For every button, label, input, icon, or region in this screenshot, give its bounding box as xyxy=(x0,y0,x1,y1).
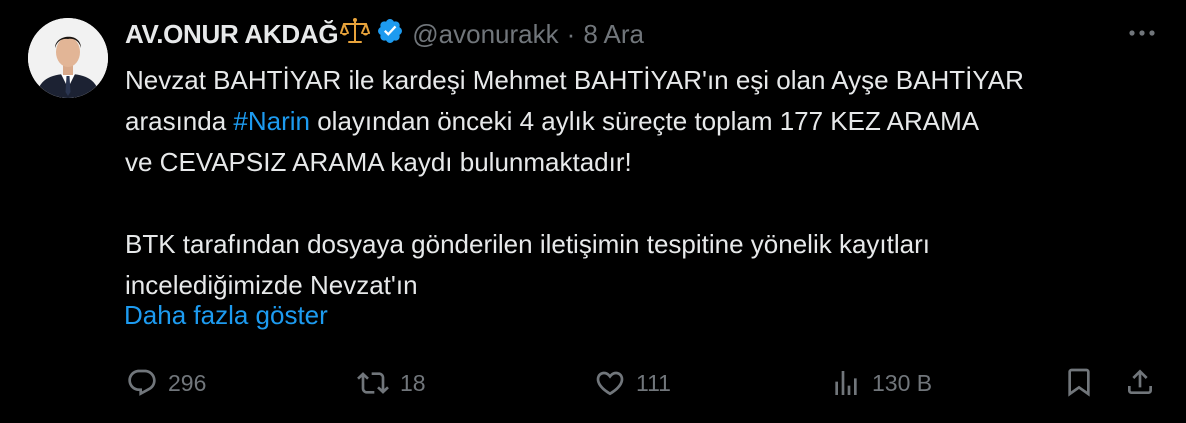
text-line: ve CEVAPSIZ ARAMA kaydı bulunmaktadır! xyxy=(125,147,632,177)
verified-badge-icon[interactable] xyxy=(376,17,404,52)
bookmark-icon xyxy=(1068,368,1090,397)
reply-button[interactable]: 296 xyxy=(126,364,206,402)
text-line: Nevzat BAHTİYAR ile kardeşi Mehmet BAHTİ… xyxy=(125,65,1024,95)
text-line: BTK tarafından dosyaya gönderilen iletiş… xyxy=(125,229,930,259)
like-icon xyxy=(596,371,624,396)
tweet[interactable]: AV.ONUR AKDAĞ @avonurakk · 8 Ara Nevzat … xyxy=(0,0,1186,423)
reply-count: 296 xyxy=(168,369,207,396)
more-options-icon[interactable] xyxy=(1124,21,1160,45)
separator-dot: · xyxy=(566,18,576,49)
tweet-text: Nevzat BAHTİYAR ile kardeşi Mehmet BAHTİ… xyxy=(125,60,1165,306)
retweet-button[interactable]: 18 xyxy=(356,364,426,402)
tweet-date[interactable]: 8 Ara xyxy=(583,19,644,50)
retweet-count: 18 xyxy=(400,369,426,396)
reply-icon xyxy=(128,369,156,396)
like-count: 111 xyxy=(636,369,671,396)
text-line: arasında #Narin olayından önceki 4 aylık… xyxy=(125,101,1165,142)
author-handle[interactable]: @avonurakk xyxy=(412,19,558,50)
share-icon xyxy=(1128,369,1152,394)
share-button[interactable] xyxy=(1124,364,1156,405)
text-segment: arasında xyxy=(125,106,234,136)
retweet-icon xyxy=(357,372,389,394)
balance-scale-icon xyxy=(340,17,371,52)
show-more-link[interactable]: Daha fazla göster xyxy=(124,300,328,331)
like-button[interactable]: 111 xyxy=(594,364,671,402)
author-name[interactable]: AV.ONUR AKDAĞ xyxy=(125,19,339,50)
avatar[interactable] xyxy=(28,18,108,98)
view-count: 130 B xyxy=(872,369,933,396)
views-button[interactable]: 130 B xyxy=(830,364,932,402)
hashtag-link[interactable]: #Narin xyxy=(233,106,310,136)
tweet-header: AV.ONUR AKDAĞ @avonurakk · 8 Ara xyxy=(125,14,644,54)
text-segment: olayından önceki 4 aylık süreçte toplam … xyxy=(310,106,980,136)
bookmark-button[interactable] xyxy=(1063,364,1095,405)
views-icon xyxy=(835,371,857,395)
